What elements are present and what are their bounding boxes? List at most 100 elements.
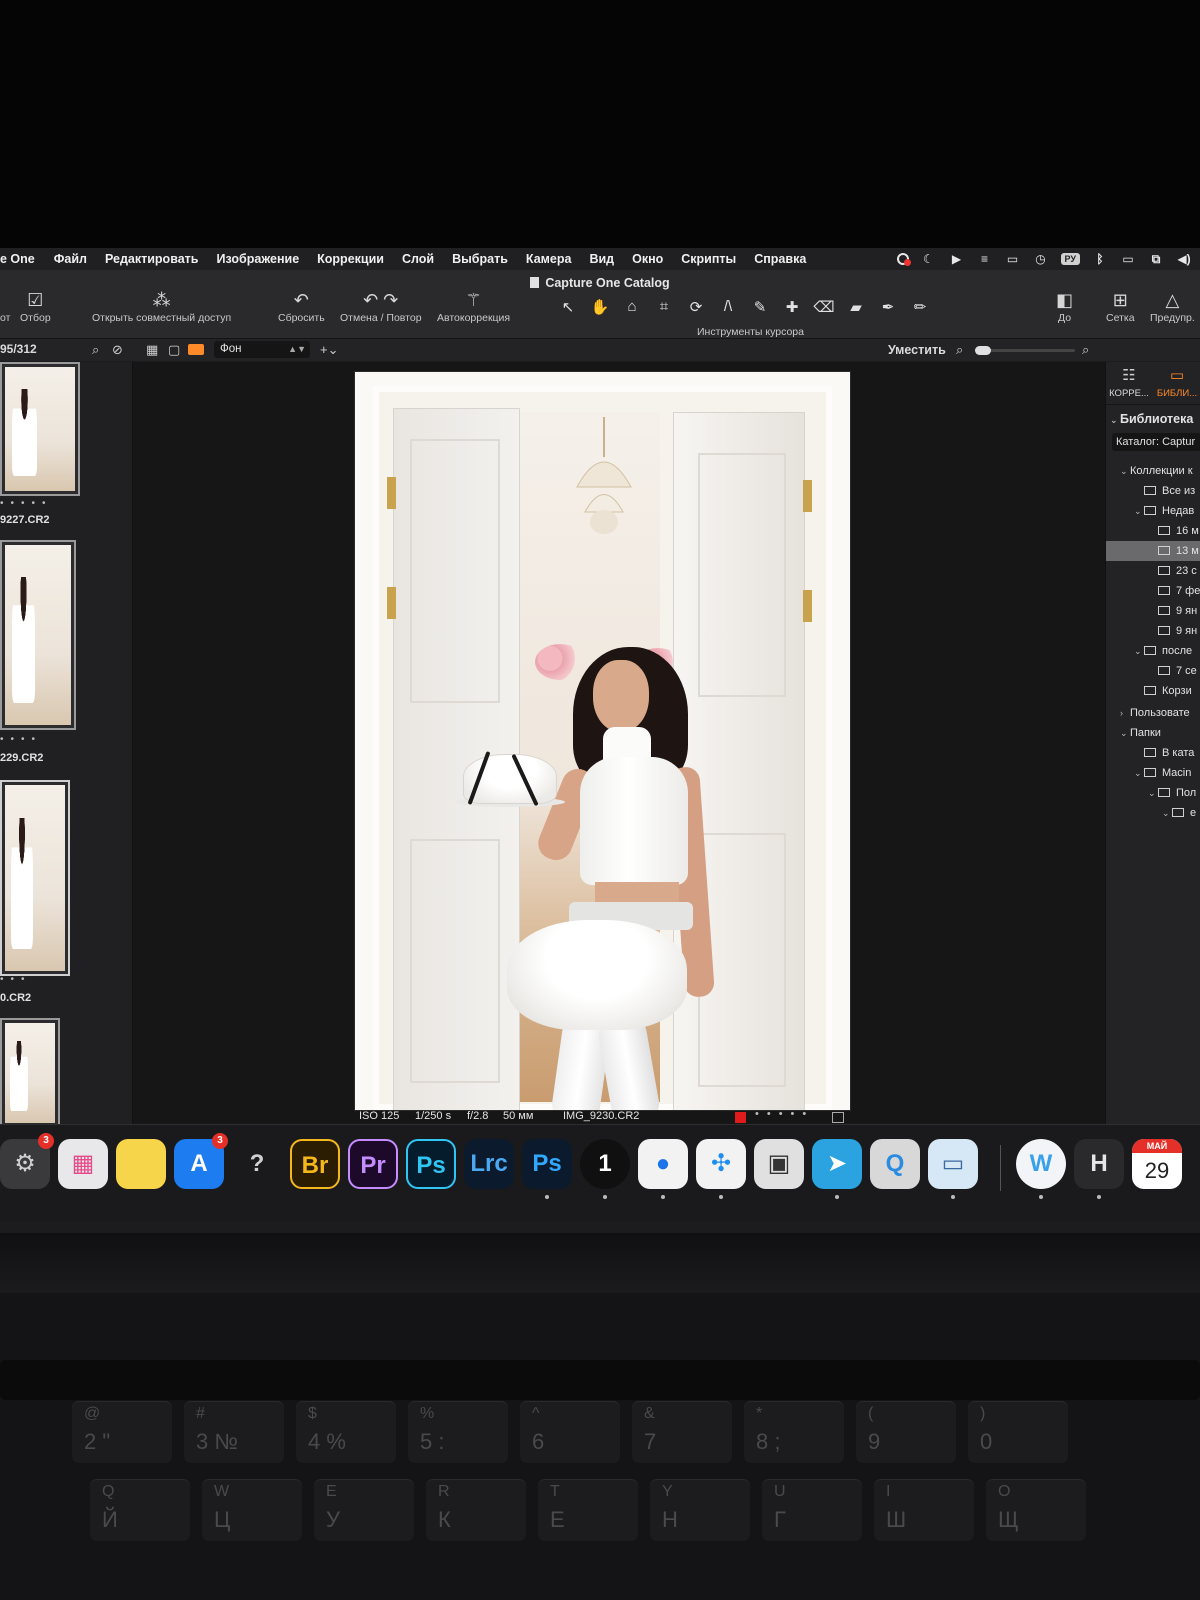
library-tree-item[interactable]: ⌄ е bbox=[1106, 803, 1200, 823]
menu-camera[interactable]: Камера bbox=[517, 252, 581, 266]
chevron-down-icon[interactable]: ⌄ bbox=[1134, 501, 1144, 521]
quicktime-icon[interactable]: Q bbox=[870, 1139, 920, 1189]
loupe-icon[interactable]: ⌂ bbox=[620, 298, 644, 316]
viewer[interactable]: ISO 125 1/250 s f/2.8 50 мм IMG_9230.CR2… bbox=[133, 362, 1105, 1124]
photoshop-icon[interactable]: Ps bbox=[406, 1139, 456, 1189]
library-tree-item[interactable]: ⌄ Коллекции к bbox=[1106, 461, 1200, 481]
premiere-icon[interactable]: Pr bbox=[348, 1139, 398, 1189]
cull-button[interactable]: ☑ Отбор bbox=[20, 288, 51, 324]
library-tree-item[interactable]: ⌄ Пол bbox=[1106, 783, 1200, 803]
main-photo[interactable] bbox=[355, 372, 850, 1110]
stack-icon[interactable]: ≡ bbox=[977, 253, 993, 265]
library-tree-item[interactable]: 7 фе bbox=[1106, 581, 1200, 601]
display-icon[interactable]: ▭ bbox=[1005, 253, 1021, 265]
notes-icon[interactable] bbox=[116, 1139, 166, 1189]
chrome-icon[interactable]: ● bbox=[638, 1139, 688, 1189]
rotate-icon[interactable]: ⟳ bbox=[684, 298, 708, 316]
chevron-down-icon[interactable]: ⌄ bbox=[1134, 763, 1144, 783]
library-tree-item[interactable]: ⌄ Недав bbox=[1106, 501, 1200, 521]
chevron-down-icon[interactable]: ⌄ bbox=[1148, 783, 1158, 803]
library-tree-item[interactable]: Корзи bbox=[1106, 681, 1200, 701]
library-tree-item[interactable]: Все из bbox=[1106, 481, 1200, 501]
h-app-icon[interactable]: H bbox=[1074, 1139, 1124, 1189]
picker-icon[interactable]: ✒ bbox=[876, 298, 900, 316]
color-tag[interactable] bbox=[735, 1112, 746, 1123]
bridge-icon[interactable]: Br bbox=[290, 1139, 340, 1189]
safari-icon[interactable]: ✣ bbox=[696, 1139, 746, 1189]
share-button[interactable]: ⁂ Открыть совместный доступ bbox=[92, 288, 231, 324]
chevron-down-icon[interactable]: ⌄ bbox=[1134, 641, 1144, 661]
chevron-right-icon[interactable]: › bbox=[1120, 703, 1130, 723]
thumbnail[interactable] bbox=[0, 362, 80, 496]
screen-record-icon[interactable] bbox=[896, 253, 911, 266]
search-icon[interactable]: ⌕ bbox=[92, 342, 99, 358]
control-center-icon[interactable]: ⧉ bbox=[1148, 253, 1164, 265]
library-tree-item[interactable]: ⌄ Macin bbox=[1106, 763, 1200, 783]
chevron-down-icon[interactable]: ⌄ bbox=[1120, 723, 1130, 743]
zoom-in-icon[interactable]: ⌕ bbox=[1082, 342, 1089, 358]
volume-icon[interactable]: ◀) bbox=[1176, 253, 1192, 265]
grid-view-icon[interactable]: ▦ bbox=[146, 342, 158, 358]
library-tree-item[interactable]: 9 ян bbox=[1106, 621, 1200, 641]
autoadjust-button[interactable]: ⚚ Автокоррекция bbox=[437, 288, 510, 324]
thumbnail[interactable] bbox=[0, 540, 76, 730]
undo-redo-button[interactable]: ↶ ↷ Отмена / Повтор bbox=[340, 288, 422, 324]
select-cursor-icon[interactable]: ↖ bbox=[556, 298, 580, 316]
library-tree-item[interactable]: 23 с bbox=[1106, 561, 1200, 581]
time-machine-icon[interactable]: ◷ bbox=[1033, 253, 1049, 265]
chevron-down-icon[interactable]: ⌄ bbox=[1120, 461, 1130, 481]
keystone-icon[interactable]: /\ bbox=[716, 298, 740, 316]
menu-help[interactable]: Справка bbox=[745, 252, 815, 266]
eraser-icon[interactable]: ⌫ bbox=[812, 298, 836, 316]
zoom-slider[interactable] bbox=[975, 346, 1075, 355]
heal-icon[interactable]: ✚ bbox=[780, 298, 804, 316]
brush-icon[interactable]: ✎ bbox=[748, 298, 772, 316]
library-tree-item[interactable]: 9 ян bbox=[1106, 601, 1200, 621]
menu-layer[interactable]: Слой bbox=[393, 252, 443, 266]
zoom-out-icon[interactable]: ⌕ bbox=[956, 342, 963, 358]
photoshop-2-icon[interactable]: Ps bbox=[522, 1139, 572, 1189]
zoom-slider-knob[interactable] bbox=[975, 346, 991, 355]
menu-edit[interactable]: Редактировать bbox=[96, 252, 207, 266]
tab-adjustments[interactable]: ☷ КОРРЕ... bbox=[1106, 366, 1152, 399]
thumbnail-selected[interactable] bbox=[0, 780, 70, 976]
thumbnail[interactable] bbox=[0, 1018, 60, 1128]
annotate-icon[interactable]: ✏ bbox=[908, 298, 932, 316]
capture-one-icon[interactable]: 1 bbox=[580, 1139, 630, 1189]
library-tree-item[interactable]: › Пользовате bbox=[1106, 703, 1200, 723]
add-icon[interactable]: +⌄ bbox=[320, 342, 338, 358]
menu-view[interactable]: Вид bbox=[580, 252, 623, 266]
library-tree-item[interactable]: 13 м bbox=[1106, 541, 1200, 561]
rating-dots[interactable]: ••• bbox=[0, 974, 32, 985]
help-icon[interactable]: ? bbox=[232, 1139, 282, 1189]
rating-dots[interactable]: ••••• bbox=[755, 1108, 814, 1120]
telegram-icon[interactable]: ➤ bbox=[812, 1139, 862, 1189]
library-tree-item[interactable]: В ката bbox=[1106, 743, 1200, 763]
rating-dots[interactable]: ••••• bbox=[0, 498, 53, 509]
fit-button[interactable]: Уместить bbox=[888, 343, 946, 357]
style-select[interactable]: Фон ▲▼ bbox=[214, 341, 310, 358]
eye-icon[interactable] bbox=[188, 344, 204, 355]
battery-icon[interactable]: ▭ bbox=[1120, 253, 1136, 265]
filter-icon[interactable]: ⊘ bbox=[112, 342, 123, 358]
app-store-icon[interactable]: A3 bbox=[174, 1133, 228, 1189]
menu-scripts[interactable]: Скрипты bbox=[672, 252, 745, 266]
w-app-icon[interactable]: W bbox=[1016, 1139, 1066, 1189]
library-tree-item[interactable]: 7 се bbox=[1106, 661, 1200, 681]
rating-dots[interactable]: •••• bbox=[0, 734, 42, 745]
menu-select[interactable]: Выбрать bbox=[443, 252, 517, 266]
play-icon[interactable]: ▶ bbox=[949, 253, 965, 265]
library-tree-item[interactable]: ⌄ после bbox=[1106, 641, 1200, 661]
single-view-icon[interactable]: ▢ bbox=[168, 342, 180, 358]
launchpad-icon[interactable]: ▦ bbox=[58, 1139, 108, 1189]
catalog-select[interactable]: Каталог: Captur bbox=[1112, 433, 1200, 451]
grid-button[interactable]: ⊞ Сетка bbox=[1106, 288, 1135, 324]
menu-image[interactable]: Изображение bbox=[207, 252, 308, 266]
menu-adjustments[interactable]: Коррекции bbox=[308, 252, 393, 266]
bluetooth-icon[interactable]: ᛒ bbox=[1092, 253, 1108, 265]
library-section-header[interactable]: ⌄ Библиотека bbox=[1106, 409, 1200, 429]
lightroom-classic-icon[interactable]: Lrc bbox=[464, 1139, 514, 1189]
menu-window[interactable]: Окно bbox=[623, 252, 672, 266]
image-capture-icon[interactable]: ▣ bbox=[754, 1139, 804, 1189]
warnings-button[interactable]: △ Предупр. bbox=[1150, 288, 1195, 324]
